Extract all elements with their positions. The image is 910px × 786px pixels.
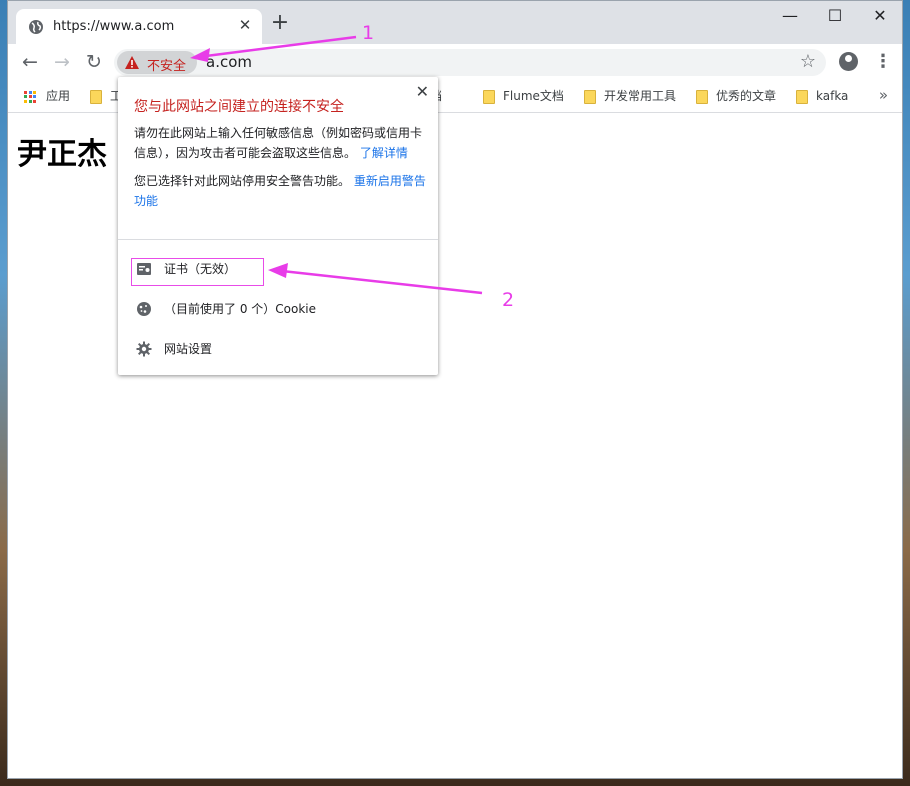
annotation-arrows — [190, 35, 483, 295]
annotation-arrowhead-1 — [190, 48, 210, 62]
annotation-arrow-2 — [281, 269, 483, 295]
annotation-arrow-1 — [205, 35, 357, 58]
annotation-arrowhead-2 — [268, 263, 288, 278]
annotation-label-2: 2 — [502, 289, 515, 311]
annotation-label-1: 1 — [362, 22, 375, 44]
